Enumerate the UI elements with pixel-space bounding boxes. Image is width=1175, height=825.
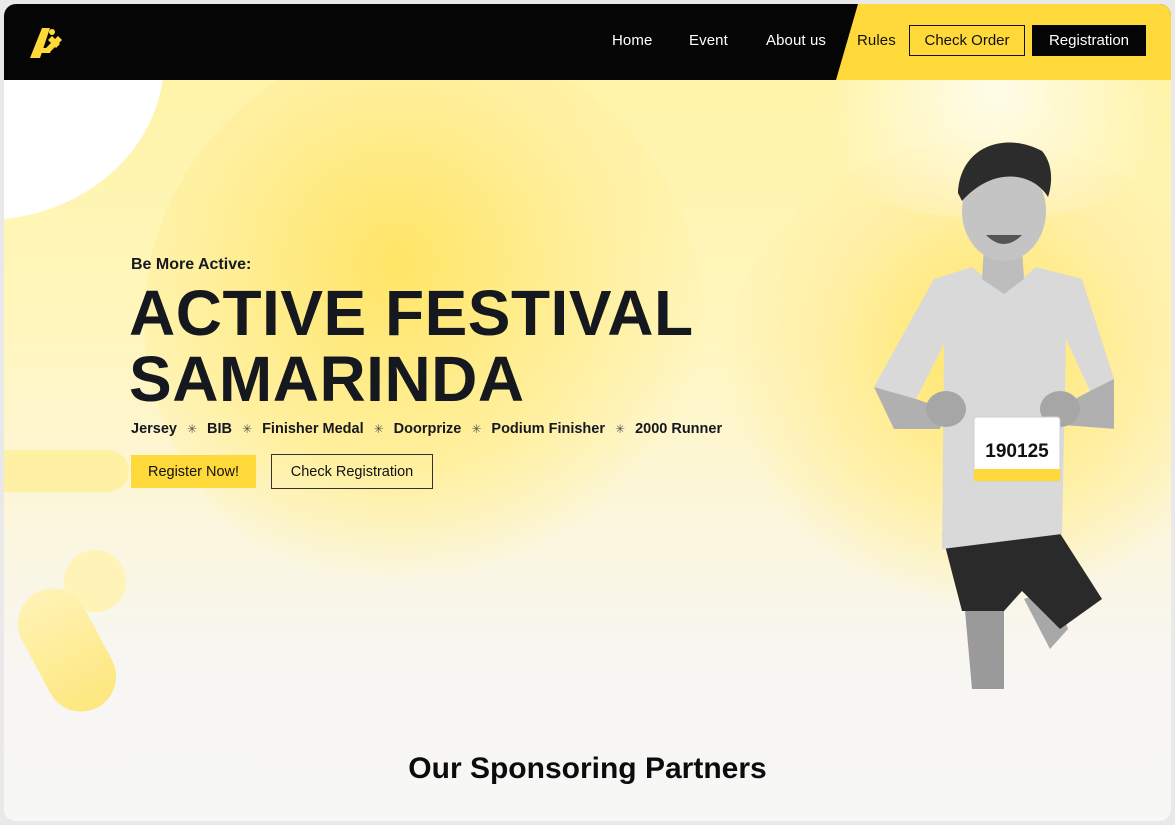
asterisk-icon: ✳ <box>373 422 384 436</box>
check-registration-button[interactable]: Check Registration <box>271 454 433 489</box>
nav-event[interactable]: Event <box>689 32 728 49</box>
hero-title-line2: SAMARINDA <box>129 343 525 415</box>
nav-rules[interactable]: Rules <box>857 32 896 49</box>
feature-list: Jersey ✳ BIB ✳ Finisher Medal ✳ Doorpriz… <box>131 421 722 437</box>
feature-item: Finisher Medal <box>262 421 364 437</box>
asterisk-icon: ✳ <box>471 422 482 436</box>
bg-shape <box>4 80 164 220</box>
nav-home[interactable]: Home <box>612 32 652 49</box>
asterisk-icon: ✳ <box>186 422 198 436</box>
feature-item: BIB <box>207 421 233 437</box>
bg-shape <box>4 450 129 492</box>
hero-kicker: Be More Active: <box>131 256 252 273</box>
asterisk-icon: ✳ <box>615 422 626 436</box>
feature-item: 2000 Runner <box>635 421 723 437</box>
feature-item: Podium Finisher <box>491 421 605 437</box>
check-order-button[interactable]: Check Order <box>909 25 1025 56</box>
bib-number: 190125 <box>985 441 1049 462</box>
feature-item: Doorprize <box>393 421 462 437</box>
registration-button[interactable]: Registration <box>1032 25 1146 56</box>
page-frame: Home Event About us Rules Check Order Re… <box>4 4 1171 821</box>
hero-title: ACTIVE FESTIVAL SAMARINDA <box>129 280 694 412</box>
sponsors-title: Our Sponsoring Partners <box>408 752 767 785</box>
runner-image: 190125 <box>874 142 1114 689</box>
asterisk-icon: ✳ <box>242 422 253 436</box>
register-now-button[interactable]: Register Now! <box>131 455 256 488</box>
logo-icon[interactable] <box>26 22 68 64</box>
nav-about-us[interactable]: About us <box>766 32 826 49</box>
top-navbar: Home Event About us Rules Check Order Re… <box>4 4 1171 80</box>
feature-item: Jersey <box>131 421 177 437</box>
hero-title-line1: ACTIVE FESTIVAL <box>129 277 694 349</box>
